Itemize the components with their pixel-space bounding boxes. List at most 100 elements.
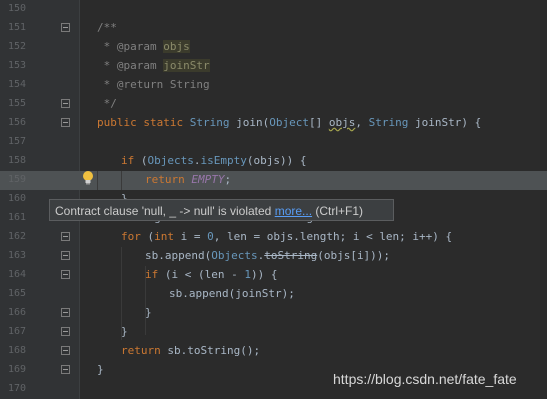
watermark: https://blog.csdn.net/fate_fate xyxy=(333,371,517,387)
code-text: } xyxy=(97,363,104,376)
fold-marker-icon[interactable] xyxy=(61,23,70,32)
indent-guide xyxy=(121,171,122,190)
code-line[interactable]: 157 xyxy=(0,133,547,152)
code-token: /** xyxy=(97,21,117,34)
line-number: 152 xyxy=(8,41,27,52)
contract-violation-tooltip: Contract clause 'null, _ -> null' is vio… xyxy=(49,199,394,221)
code-token: sb.append( xyxy=(145,249,212,262)
fold-marker-icon[interactable] xyxy=(61,232,70,241)
code-token: int xyxy=(154,230,181,243)
code-token: isEmpty xyxy=(200,154,247,167)
code-line[interactable]: 156 public static String join(Object[] ob… xyxy=(0,114,547,133)
line-number: 154 xyxy=(8,79,27,90)
code-token: @param xyxy=(116,40,164,53)
line-number: 167 xyxy=(8,326,27,337)
fold-marker-icon[interactable] xyxy=(61,346,70,355)
code-token: join( xyxy=(229,116,270,129)
tooltip-shortcut: (Ctrl+F1) xyxy=(312,204,364,218)
line-number: 165 xyxy=(8,288,27,299)
code-line[interactable]: 155 */ xyxy=(0,95,547,114)
code-token: joinStr) { xyxy=(408,116,482,129)
code-token: (i < (len - xyxy=(164,268,245,281)
code-text: public static String join(Object[] objs,… xyxy=(97,116,481,129)
code-text: if (i < (len - 1)) { xyxy=(145,268,277,281)
fold-marker-icon[interactable] xyxy=(61,270,70,279)
code-token: return xyxy=(145,173,192,186)
line-number: 162 xyxy=(8,231,27,242)
code-token: @return xyxy=(116,78,170,91)
line-number: 153 xyxy=(8,60,27,71)
line-number: 151 xyxy=(8,22,27,33)
fold-marker-icon[interactable] xyxy=(61,308,70,317)
code-token: , xyxy=(355,116,369,129)
line-number: 156 xyxy=(8,117,27,128)
code-token: for xyxy=(121,230,148,243)
code-token: @param xyxy=(116,59,164,72)
code-text: if (Objects.isEmpty(objs)) { xyxy=(121,154,306,167)
code-token: } xyxy=(97,363,104,376)
line-number: 169 xyxy=(8,364,27,375)
code-token: ( xyxy=(140,154,148,167)
code-line[interactable]: 150 xyxy=(0,0,547,19)
line-number: 158 xyxy=(8,155,27,166)
code-token: Objects xyxy=(211,249,258,262)
code-line[interactable]: 158 if (Objects.isEmpty(objs)) { xyxy=(0,152,547,171)
code-line[interactable]: 165 sb.append(joinStr); xyxy=(0,285,547,304)
code-token: ; xyxy=(224,173,232,186)
line-number: 155 xyxy=(8,98,27,109)
code-token: * xyxy=(97,59,117,72)
line-number: 150 xyxy=(8,3,27,14)
fold-marker-icon[interactable] xyxy=(61,118,70,127)
code-token: (objs)) { xyxy=(246,154,307,167)
code-token: if xyxy=(145,268,165,281)
code-token: 0 xyxy=(207,230,214,243)
code-line[interactable]: 163 sb.append(Objects.toString(objs[i])); xyxy=(0,247,547,266)
code-token: objs xyxy=(328,116,356,129)
code-token: * xyxy=(97,78,117,91)
code-line[interactable]: 152 * @param objs xyxy=(0,38,547,57)
code-line[interactable]: 154 * @return String xyxy=(0,76,547,95)
indent-guide xyxy=(145,285,146,322)
code-line[interactable]: 162 for (int i = 0, len = objs.length; i … xyxy=(0,228,547,247)
line-number: 166 xyxy=(8,307,27,318)
fold-marker-icon[interactable] xyxy=(61,99,70,108)
line-number: 164 xyxy=(8,269,27,280)
indent-guide xyxy=(97,171,98,190)
code-token: public static xyxy=(97,116,190,129)
fold-marker-icon[interactable] xyxy=(61,365,70,374)
code-text: return EMPTY; xyxy=(145,173,231,186)
code-token: String xyxy=(189,116,230,129)
code-token: sb.append(joinStr); xyxy=(169,287,295,300)
code-line[interactable]: 168 return sb.toString(); xyxy=(0,342,547,361)
fold-marker-icon[interactable] xyxy=(61,327,70,336)
code-token: , len = objs.length; i < len; i++) { xyxy=(213,230,453,243)
line-number: 160 xyxy=(8,193,27,204)
code-text: return sb.toString(); xyxy=(121,344,260,357)
line-number: 159 xyxy=(8,174,27,185)
code-line[interactable]: 164 if (i < (len - 1)) { xyxy=(0,266,547,285)
line-number: 168 xyxy=(8,345,27,356)
code-text: * @param objs xyxy=(97,40,190,53)
code-text: for (int i = 0, len = objs.length; i < l… xyxy=(121,230,452,243)
code-line[interactable]: 151 /** xyxy=(0,19,547,38)
code-token: if xyxy=(121,154,141,167)
code-token: 1 xyxy=(244,268,251,281)
more-link[interactable]: more... xyxy=(275,204,312,218)
code-token: )) { xyxy=(250,268,278,281)
code-line[interactable]: 166} xyxy=(0,304,547,323)
line-number: 170 xyxy=(8,383,27,394)
code-token: EMPTY xyxy=(191,173,225,186)
fold-marker-icon[interactable] xyxy=(61,251,70,260)
code-token: [] xyxy=(308,116,329,129)
code-text: sb.append(Objects.toString(objs[i])); xyxy=(145,249,390,262)
code-line[interactable]: 153 * @param joinStr xyxy=(0,57,547,76)
code-token: return xyxy=(121,344,168,357)
code-token: joinStr xyxy=(163,59,210,72)
code-token: String xyxy=(169,78,210,91)
code-token: sb.toString(); xyxy=(167,344,261,357)
line-number: 161 xyxy=(8,212,27,223)
lightbulb-icon[interactable] xyxy=(82,170,94,186)
code-token: toString xyxy=(264,249,318,262)
code-line[interactable]: 167} xyxy=(0,323,547,342)
code-token: * xyxy=(97,40,117,53)
